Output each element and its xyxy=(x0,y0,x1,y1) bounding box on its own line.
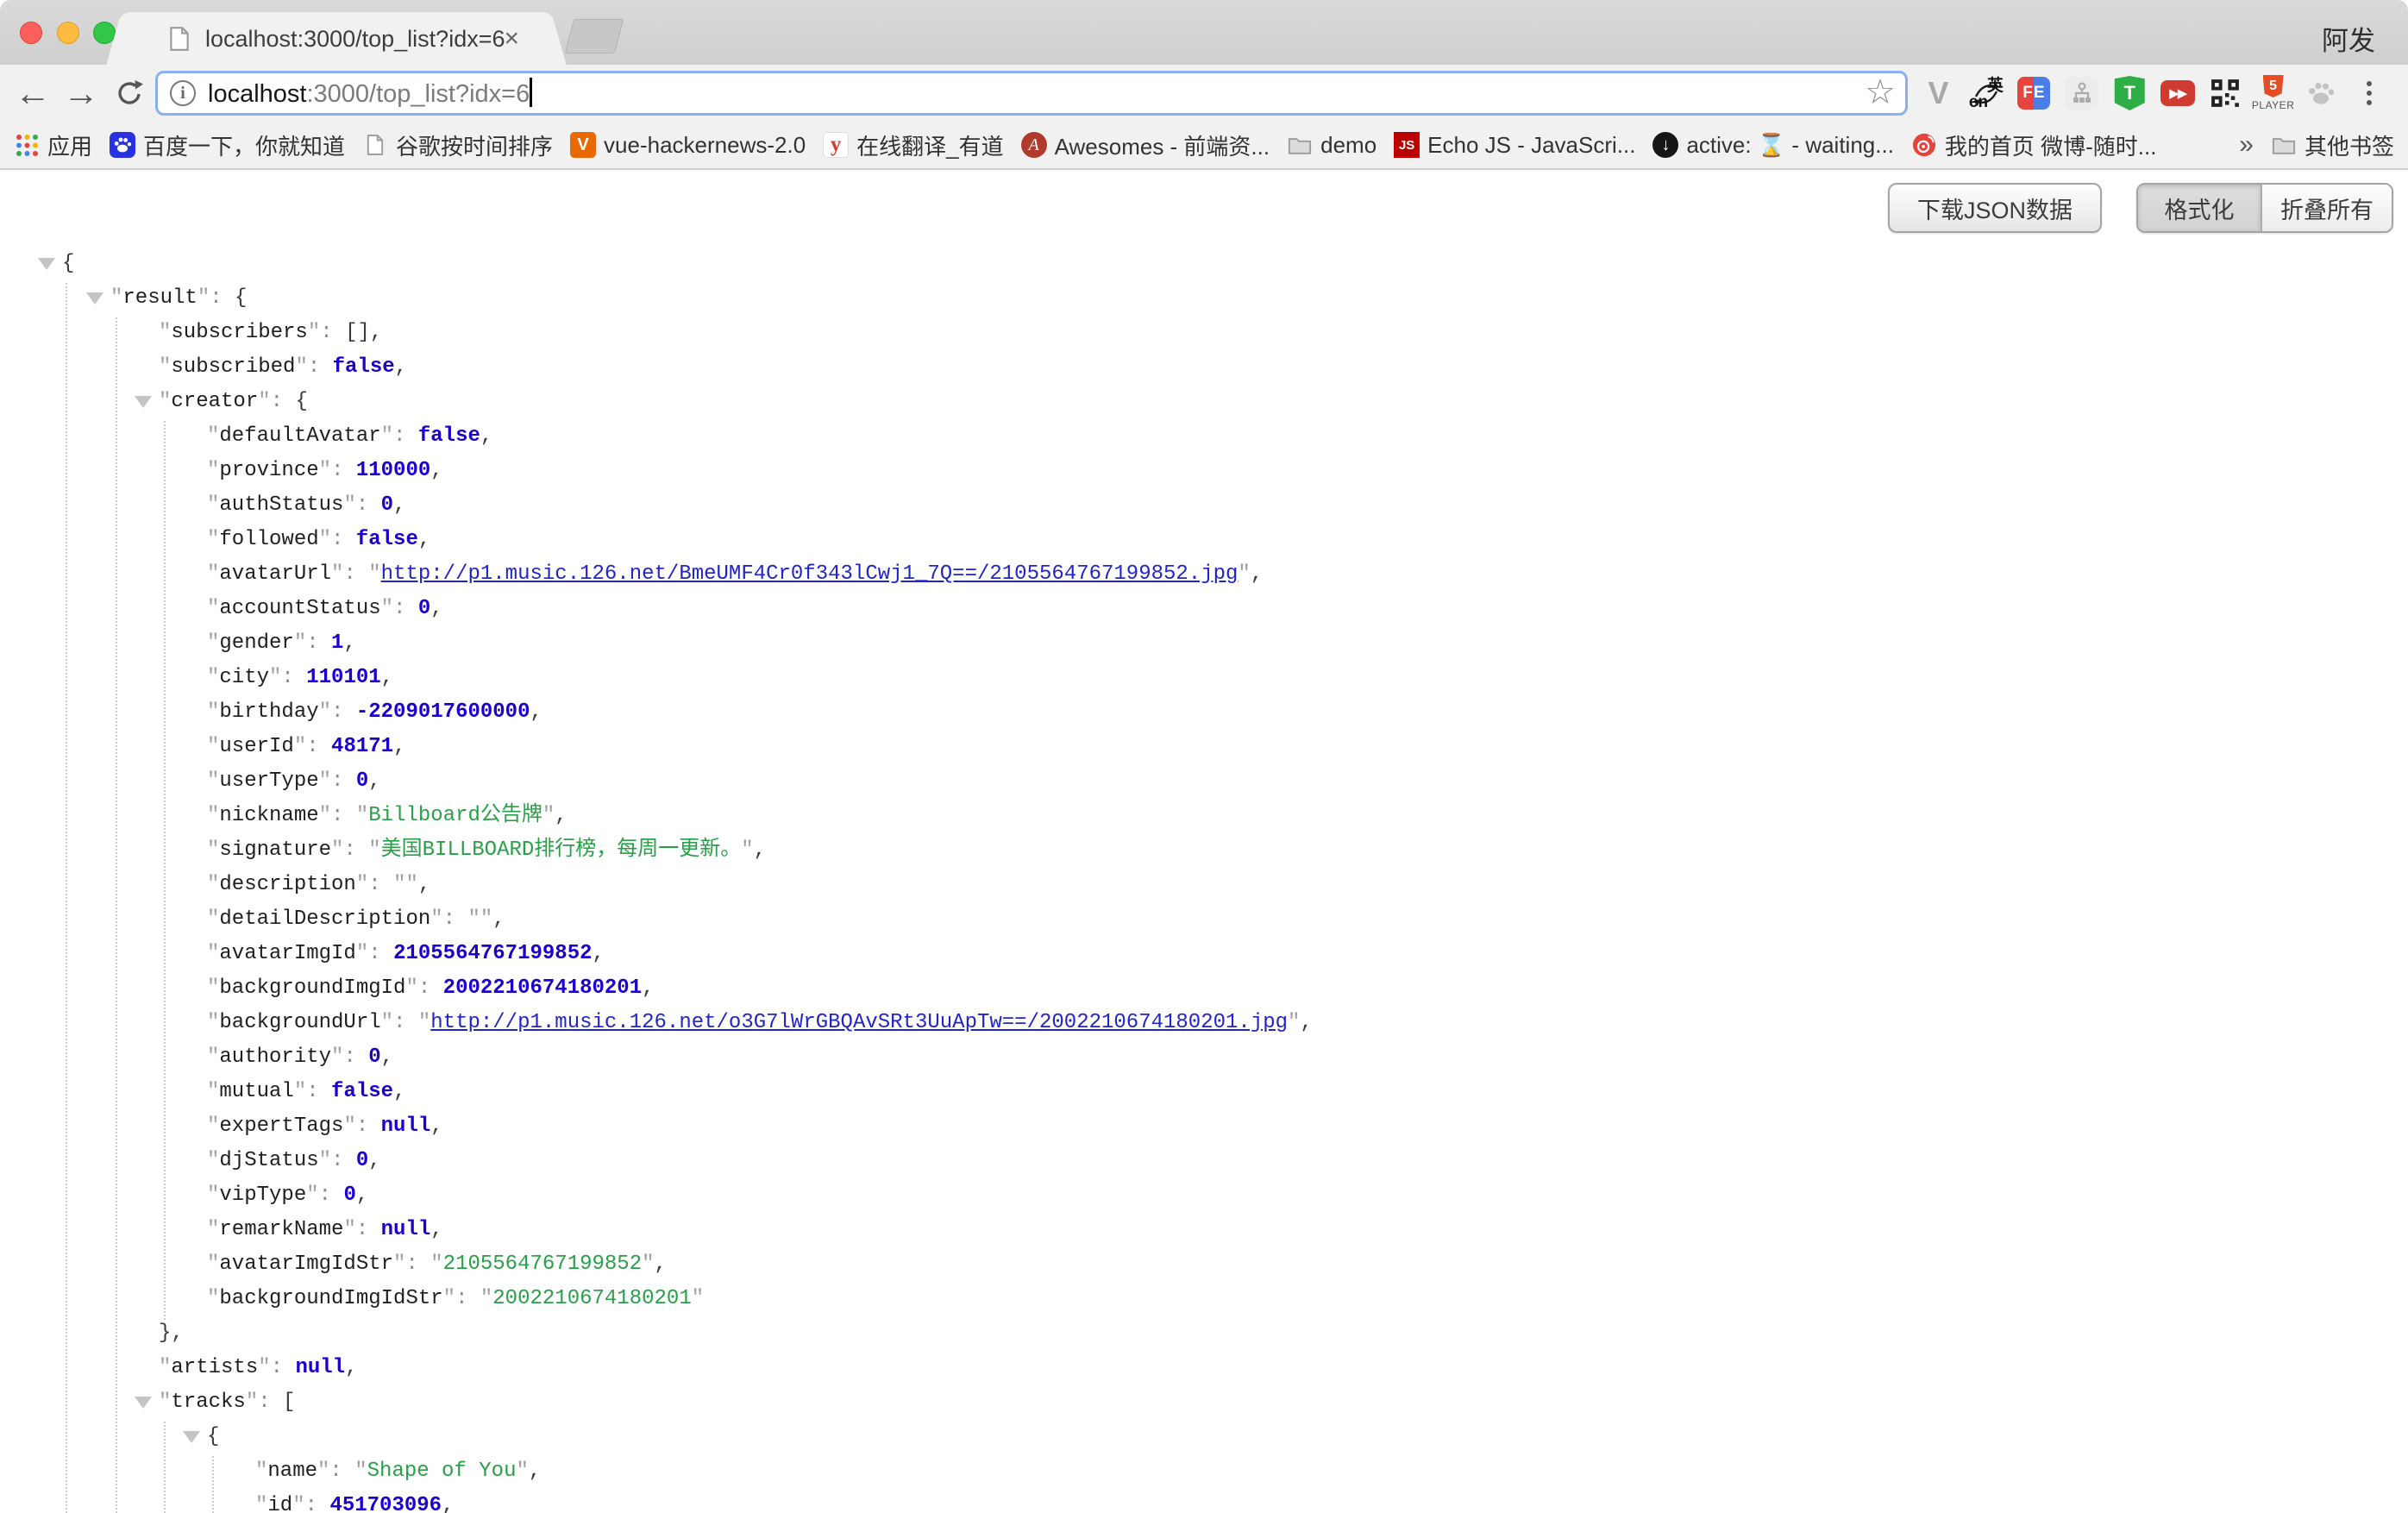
tab-strip: localhost:3000/top_list?idx=6 × 阿发 xyxy=(0,0,2408,65)
echojs-icon: JS xyxy=(1394,132,1420,158)
bookmark-youdao-translate[interactable]: y 在线翻译_有道 xyxy=(823,129,1003,161)
sitemap-extension-icon[interactable] xyxy=(2065,74,2099,112)
paw-extension-icon[interactable] xyxy=(2304,74,2338,112)
weibo-icon xyxy=(1911,132,1937,158)
forward-button[interactable]: → xyxy=(59,65,103,122)
bookmark-vue-hackernews[interactable]: V vue-hackernews-2.0 xyxy=(570,132,806,159)
profile-name[interactable]: 阿发 xyxy=(2322,19,2375,58)
url-text: localhost:3000/top_list?idx=6 xyxy=(208,78,532,109)
download-circle-icon: ↓ xyxy=(1652,132,1678,158)
page-info-icon[interactable]: i xyxy=(170,80,196,106)
baidu-paw-icon xyxy=(110,132,135,158)
video-speed-extension-icon[interactable]: ▶▶ xyxy=(2160,74,2195,112)
document-icon xyxy=(362,132,388,158)
tab-title: localhost:3000/top_list?idx=6 xyxy=(205,26,505,53)
browser-tab[interactable]: localhost:3000/top_list?idx=6 × xyxy=(129,12,543,65)
browser-window: localhost:3000/top_list?idx=6 × 阿发 ← → i… xyxy=(0,0,2408,1513)
awesomes-icon: A xyxy=(1021,132,1047,158)
apps-grid-icon xyxy=(14,132,40,158)
tampermonkey-extension-icon[interactable]: T xyxy=(2112,74,2147,112)
bookmark-star-icon[interactable]: ☆ xyxy=(1865,75,1896,110)
vimium-extension-icon[interactable]: V xyxy=(1921,74,1955,112)
navigation-toolbar: ← → i localhost:3000/top_list?idx=6 ☆ V … xyxy=(0,65,2408,122)
page-content: 下载JSON数据 格式化 折叠所有 xyxy=(0,172,2408,1513)
back-button[interactable]: ← xyxy=(10,65,55,122)
bookmark-baidu[interactable]: 百度一下，你就知道 xyxy=(110,129,345,161)
tab-close-icon[interactable]: × xyxy=(504,24,519,53)
bookmark-weibo[interactable]: 我的首页 微博-随时... xyxy=(1911,129,2157,161)
browser-menu-icon[interactable] xyxy=(2352,74,2386,112)
window-close-button[interactable] xyxy=(20,22,42,44)
address-bar[interactable]: i localhost:3000/top_list?idx=6 xyxy=(155,71,1908,116)
fe-extension-icon[interactable]: FE xyxy=(2016,74,2051,112)
bookmarks-overflow-chevron[interactable]: » xyxy=(2239,130,2254,160)
reload-button[interactable] xyxy=(107,65,152,122)
folder-icon xyxy=(2271,132,2297,158)
collapse-all-button[interactable]: 折叠所有 xyxy=(2261,185,2392,231)
youdao-icon: y xyxy=(823,132,849,158)
bookmark-apps[interactable]: 应用 xyxy=(14,129,92,161)
new-tab-button[interactable] xyxy=(565,19,624,53)
qrcode-extension-icon[interactable] xyxy=(2208,74,2242,112)
vue-icon: V xyxy=(570,132,596,158)
view-mode-segment: 格式化 折叠所有 xyxy=(2136,183,2393,233)
bookmark-awesomes[interactable]: A Awesomes - 前端资... xyxy=(1021,129,1270,161)
bookmark-other-bookmarks[interactable]: 其他书签 xyxy=(2271,129,2394,161)
folder-icon xyxy=(1287,132,1313,158)
bookmark-echojs[interactable]: JS Echo JS - JavaScri... xyxy=(1394,132,1635,159)
page-favicon-icon xyxy=(169,26,190,56)
format-button[interactable]: 格式化 xyxy=(2138,185,2261,231)
bookmark-active-waiting[interactable]: ↓ active: ⌛ - waiting... xyxy=(1652,132,1893,159)
translate-extension-icon[interactable]: 英 en xyxy=(1969,74,2004,112)
download-json-button[interactable]: 下载JSON数据 xyxy=(1888,183,2102,233)
extension-row: V 英 en FE T ▶▶ 5 PLAYER xyxy=(1908,65,2399,122)
bookmark-demo-folder[interactable]: demo xyxy=(1287,132,1376,159)
bookmarks-bar: 应用 百度一下，你就知道 谷歌按时间排序 V vue-hackernews-2.… xyxy=(0,122,2408,170)
text-caret xyxy=(530,78,532,107)
bookmark-google-sort[interactable]: 谷歌按时间排序 xyxy=(362,129,553,161)
url-host: localhost xyxy=(208,80,306,108)
window-minimize-button[interactable] xyxy=(57,22,79,44)
html5-player-extension-icon[interactable]: 5 PLAYER xyxy=(2256,74,2291,112)
url-path: :3000/top_list?idx=6 xyxy=(306,80,530,108)
